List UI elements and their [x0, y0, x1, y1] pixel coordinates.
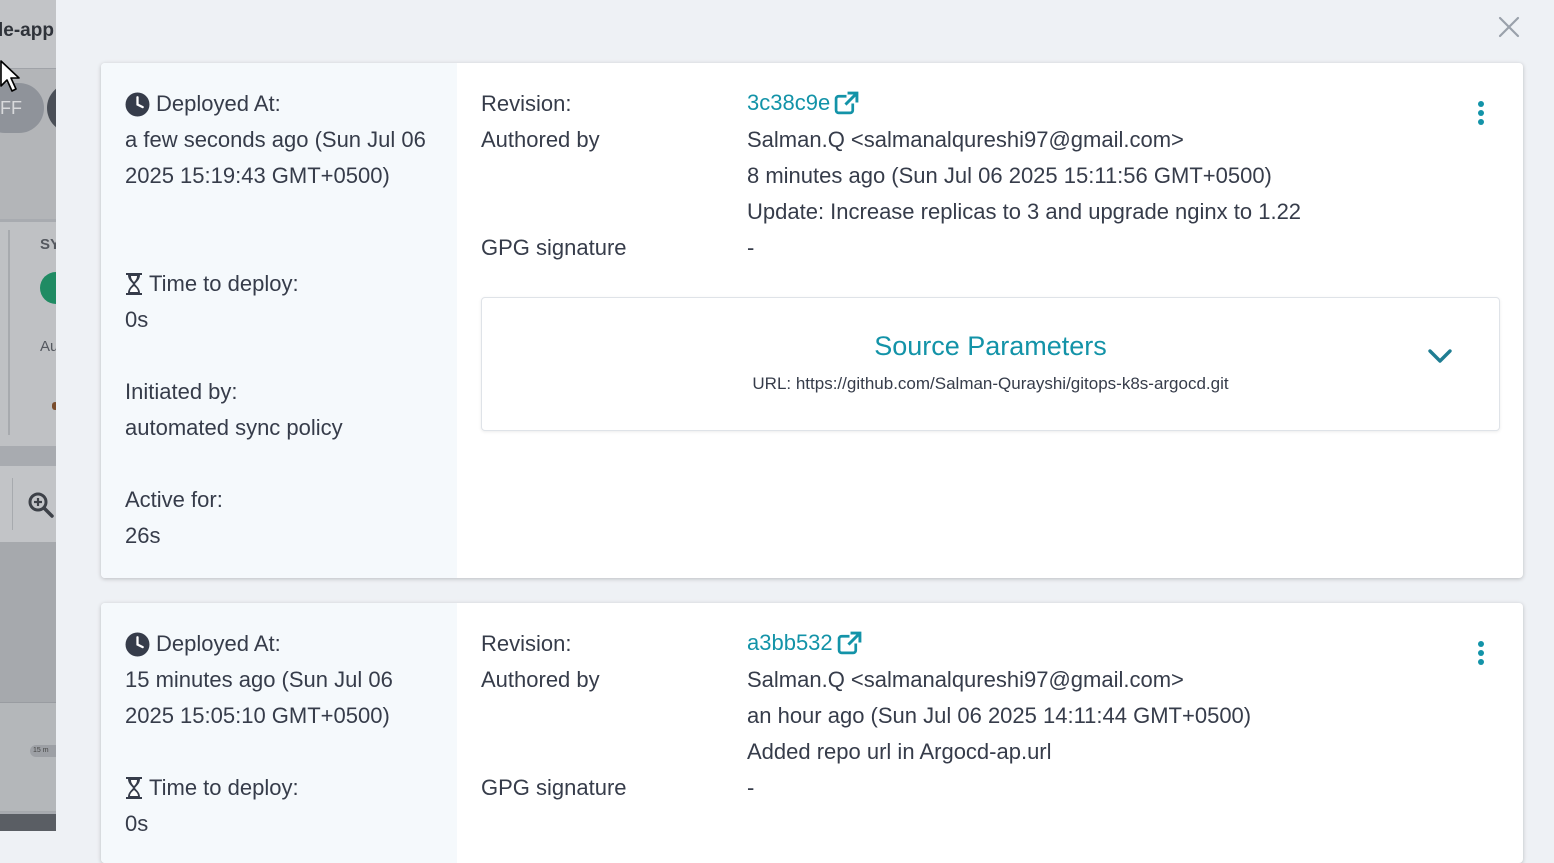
background-app-header: le-app: [0, 0, 56, 69]
more-options-icon[interactable]: [1469, 99, 1493, 129]
revision-link[interactable]: a3bb532: [747, 630, 862, 656]
time-to-deploy-label: Time to deploy:: [125, 770, 435, 806]
authored-time-value: an hour ago (Sun Jul 06 2025 14:11:44 GM…: [747, 703, 1252, 728]
authored-by-label: Authored by: [481, 667, 600, 692]
deployed-at-label: Deployed At:: [125, 626, 435, 662]
source-parameters-url: URL: https://github.com/Salman-Qurayshi/…: [752, 374, 1229, 393]
background-app: le-app FF SY Au 15 m: [0, 0, 56, 831]
deployed-at-section: Deployed At: 15 minutes ago (Sun Jul 06 …: [125, 626, 435, 734]
background-status-label: SY: [40, 236, 56, 253]
clock-icon: [125, 632, 150, 656]
time-to-deploy-label: Time to deploy:: [125, 266, 435, 302]
initiated-by-label: Initiated by:: [125, 379, 238, 404]
chevron-down-icon[interactable]: [1426, 346, 1454, 368]
background-divider: [12, 478, 13, 530]
deployed-at-value: a few seconds ago (Sun Jul 06 2025 15:19…: [125, 127, 426, 188]
zoom-in-icon: [28, 492, 54, 518]
external-link-icon[interactable]: [834, 91, 859, 116]
revision-hash[interactable]: 3c38c9e: [747, 90, 830, 116]
revision-label: Revision:: [481, 91, 572, 116]
active-for-section: Active for: 26s: [125, 482, 435, 554]
source-parameters-title[interactable]: Source Parameters: [482, 331, 1499, 362]
clock-icon: [125, 92, 150, 116]
authored-by-label: Authored by: [481, 127, 600, 152]
active-for-value: 26s: [125, 523, 161, 548]
deployment-history-card: Deployed At: 15 minutes ago (Sun Jul 06 …: [101, 603, 1523, 863]
initiated-by-value: automated sync policy: [125, 415, 343, 440]
gpg-signature-label: GPG signature: [481, 235, 627, 260]
deployment-history-card: Deployed At: a few seconds ago (Sun Jul …: [101, 63, 1523, 578]
deployment-info-column: Deployed At: a few seconds ago (Sun Jul …: [101, 63, 457, 578]
author-value: Salman.Q <salmanalqureshi97@gmail.com>: [747, 127, 1184, 152]
revision-link[interactable]: 3c38c9e: [747, 90, 859, 116]
gpg-signature-value: -: [747, 775, 755, 800]
authored-time-value: 8 minutes ago (Sun Jul 06 2025 15:11:56 …: [747, 163, 1272, 188]
deployment-info-column: Deployed At: 15 minutes ago (Sun Jul 06 …: [101, 603, 457, 863]
background-status-dot: [52, 402, 56, 410]
revision-label: Revision:: [481, 631, 572, 656]
deployed-at-value: 15 minutes ago (Sun Jul 06 2025 15:05:10…: [125, 667, 393, 728]
deployed-at-label: Deployed At:: [125, 86, 435, 122]
source-parameters-panel[interactable]: Source Parameters URL: https://github.co…: [481, 297, 1500, 431]
gpg-signature-value: -: [747, 235, 755, 260]
deployed-at-section: Deployed At: a few seconds ago (Sun Jul …: [125, 86, 435, 194]
author-value: Salman.Q <salmanalqureshi97@gmail.com>: [747, 667, 1184, 692]
close-icon[interactable]: [1494, 12, 1524, 42]
time-to-deploy-value: 0s: [125, 307, 149, 332]
active-for-label: Active for:: [125, 487, 223, 512]
time-to-deploy-section: Time to deploy: 0s: [125, 266, 435, 338]
time-to-deploy-section: Time to deploy: 0s: [125, 770, 435, 842]
initiated-by-section: Initiated by: automated sync policy: [125, 374, 435, 446]
mouse-cursor-icon: [0, 60, 20, 92]
background-status-sub: Au: [40, 338, 56, 355]
background-timeline-tick: 15 m: [30, 745, 56, 757]
gpg-signature-label: GPG signature: [481, 775, 627, 800]
commit-message: Update: Increase replicas to 3 and upgra…: [747, 199, 1302, 224]
commit-message: Added repo url in Argocd-ap.url: [747, 739, 1052, 764]
revision-hash[interactable]: a3bb532: [747, 630, 833, 656]
background-app-title: le-app: [0, 20, 54, 41]
hourglass-icon: [126, 273, 142, 295]
hourglass-icon: [126, 777, 142, 799]
background-divider: [8, 230, 10, 435]
time-to-deploy-value: 0s: [125, 811, 149, 836]
external-link-icon[interactable]: [837, 631, 862, 656]
more-options-icon[interactable]: [1469, 639, 1493, 669]
background-bottom-bar: [0, 814, 56, 831]
